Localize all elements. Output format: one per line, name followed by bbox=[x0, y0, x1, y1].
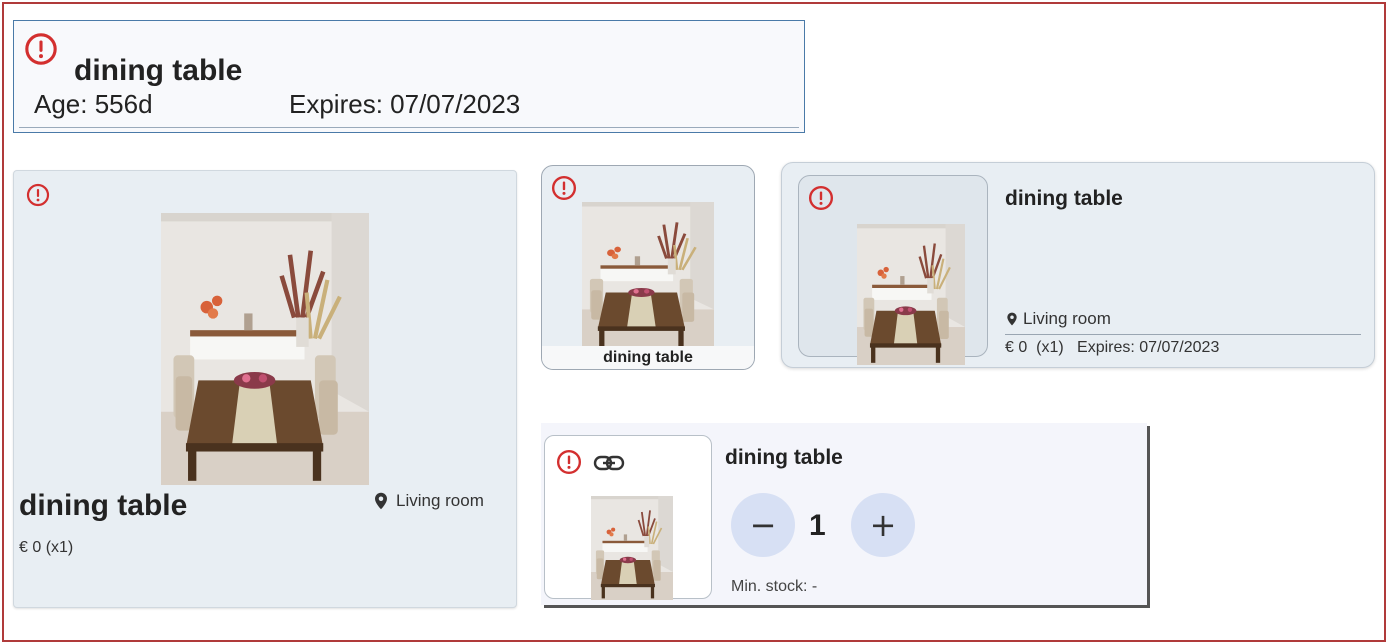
item-card-wide[interactable]: dining table Living room € 0 (x1) Expire… bbox=[781, 162, 1375, 368]
item-thumbnail-frame[interactable] bbox=[544, 435, 712, 600]
item-thumbnail-frame bbox=[798, 175, 988, 365]
location-pin-icon bbox=[375, 492, 387, 510]
alert-icon bbox=[26, 183, 50, 207]
min-stock-label: Min. stock: - bbox=[731, 578, 818, 595]
item-card-large[interactable]: dining table Living room € 0 (x1) bbox=[13, 170, 517, 608]
item-photo bbox=[161, 213, 369, 485]
alert-icon bbox=[556, 449, 582, 475]
item-stock-card: dining table − 1 + Min. stock: - bbox=[541, 423, 1147, 605]
item-age: Age: 556d bbox=[34, 89, 153, 119]
decrement-button[interactable]: − bbox=[731, 493, 795, 557]
item-title: dining table bbox=[74, 54, 243, 87]
item-photo bbox=[591, 496, 673, 600]
item-photo bbox=[582, 202, 714, 349]
alert-icon bbox=[25, 33, 57, 65]
header-divider bbox=[19, 127, 799, 128]
item-photo bbox=[857, 224, 965, 365]
item-header-card: dining table Age: 556d Expires: 07/07/20… bbox=[13, 20, 805, 133]
alert-icon bbox=[551, 175, 577, 201]
item-card-tile[interactable]: dining table bbox=[541, 165, 755, 370]
item-caption: dining table bbox=[542, 346, 754, 369]
link-icon[interactable] bbox=[593, 452, 625, 474]
location-pin-icon bbox=[1007, 312, 1017, 326]
item-meta: € 0 (x1) Expires: 07/07/2023 bbox=[1005, 339, 1220, 356]
item-expiry: Expires: 07/07/2023 bbox=[289, 89, 521, 119]
item-title: dining table bbox=[19, 489, 188, 522]
item-title: dining table bbox=[725, 446, 843, 469]
alert-icon bbox=[808, 185, 834, 211]
item-location: Living room bbox=[1005, 309, 1111, 329]
meta-divider bbox=[1005, 334, 1361, 335]
location-label: Living room bbox=[396, 491, 484, 510]
item-location: Living room bbox=[372, 490, 484, 512]
increment-button[interactable]: + bbox=[851, 493, 915, 557]
quantity-value: 1 bbox=[809, 509, 826, 542]
item-title: dining table bbox=[1005, 187, 1123, 210]
location-label: Living room bbox=[1023, 309, 1111, 328]
item-price: € 0 (x1) bbox=[19, 539, 74, 556]
